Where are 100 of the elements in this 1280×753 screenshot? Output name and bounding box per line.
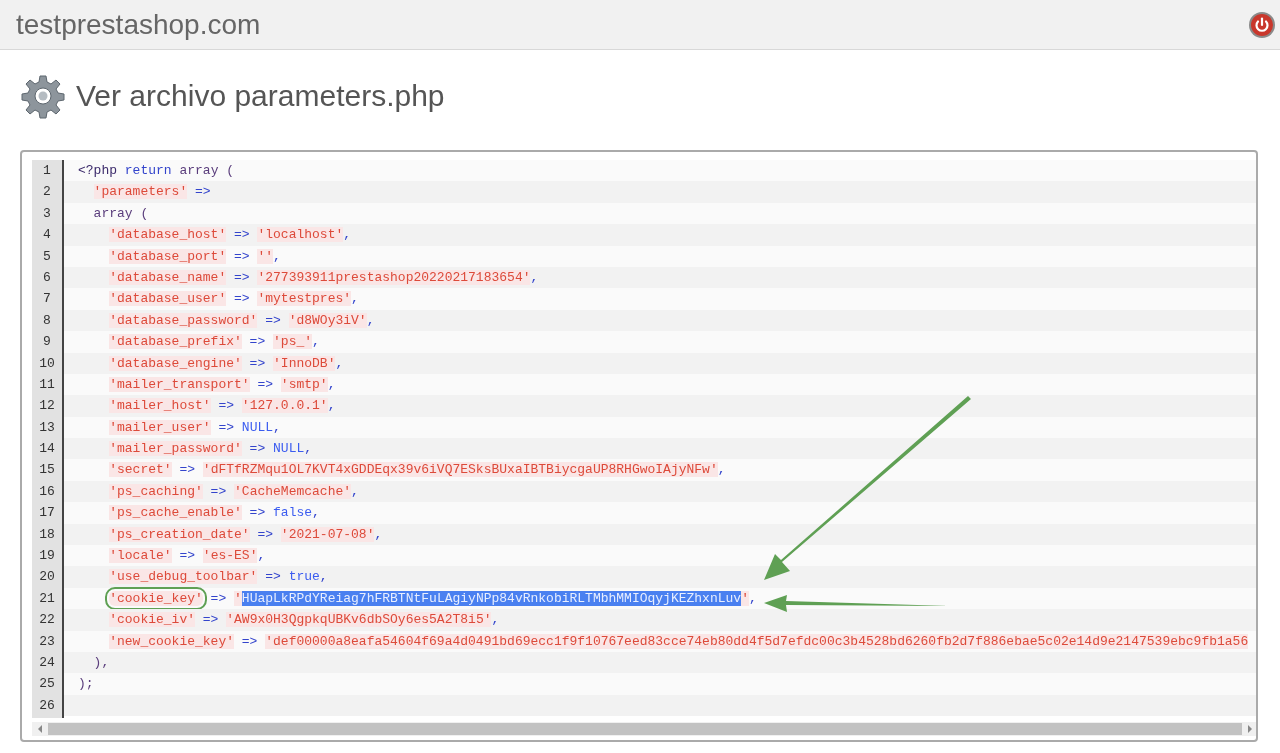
line-number: 18	[32, 523, 64, 546]
page-title: Ver archivo parameters.php	[76, 79, 445, 113]
arrow-operator: =>	[256, 526, 275, 542]
line-number: 1	[32, 160, 64, 182]
string-literal: 'mailer_user'	[109, 419, 211, 435]
line-number: 24	[32, 652, 64, 674]
arrow-operator: =>	[233, 269, 251, 285]
string-literal: '	[741, 590, 749, 606]
arrow-operator: =>	[264, 569, 282, 585]
php-tag: <?php	[78, 163, 125, 178]
horizontal-scrollbar[interactable]	[32, 722, 1256, 736]
comma: ,	[257, 548, 266, 564]
site-name: testprestashop.com	[16, 8, 261, 41]
string-literal: 'database_prefix'	[109, 334, 242, 350]
string-literal: '277393911prestashop20220217183654'	[257, 269, 531, 285]
string-literal: 'ps_cache_enable'	[109, 505, 242, 521]
arrow-operator: =>	[264, 312, 282, 328]
selected-text: HUapLkRPdYReiag7hFRBTNtFuLAgiyNPp84vRnkobiRLTMbhMMIOqyjKEZhxnLuv	[241, 590, 742, 606]
string-literal: 'def00000a8eafa54604f69a4d0491bd69ecc1f9f10767eed83cce74eb80dd4f5d7efdc00c3b4528bd6260fb2d7f886ebae5c02e14d9e2147539ebc9fb1a56	[265, 633, 1249, 649]
line-number: 8	[32, 309, 64, 332]
power-icon	[1248, 10, 1276, 39]
arrow-operator: =>	[248, 505, 267, 521]
string-literal: 'locale'	[109, 548, 172, 564]
arrow-operator: =>	[209, 483, 228, 499]
code-text: array (	[93, 205, 149, 221]
string-literal: 'mailer_host'	[109, 398, 211, 414]
arrow-operator: =>	[209, 590, 228, 606]
scroll-right-icon[interactable]	[1246, 724, 1254, 734]
comma: ,	[374, 526, 383, 542]
constant-value: false	[273, 505, 313, 521]
string-literal: 'CacheMemcache'	[234, 483, 352, 499]
comma: ,	[273, 248, 281, 264]
comma: ,	[366, 312, 375, 328]
arrow-operator: =>	[178, 548, 196, 564]
string-literal: 'parameters'	[93, 184, 188, 200]
comma: ,	[748, 590, 757, 606]
code-text: );	[78, 676, 94, 692]
constant-value: NULL	[273, 441, 305, 457]
comma: ,	[717, 462, 726, 478]
line-number: 22	[32, 609, 64, 631]
line-number: 19	[32, 545, 64, 567]
arrow-operator: =>	[217, 398, 235, 414]
string-literal: 'database_host'	[109, 227, 227, 243]
line-number: 14	[32, 438, 64, 460]
string-literal: 'use_debug_toolbar'	[109, 569, 258, 585]
scroll-left-icon[interactable]	[36, 724, 44, 734]
comma: ,	[335, 355, 344, 371]
line-number: 5	[32, 245, 64, 267]
arrow-operator: =>	[248, 334, 267, 350]
logout-button[interactable]	[1248, 10, 1276, 39]
gear-icon	[20, 73, 66, 119]
string-literal: 'mytestpres'	[257, 291, 352, 307]
line-number: 9	[32, 331, 64, 353]
arrow-operator: =>	[248, 355, 267, 371]
line-number: 11	[32, 373, 64, 396]
comma: ,	[351, 291, 359, 307]
string-literal: 'database_password'	[109, 312, 258, 328]
comma: ,	[530, 269, 539, 285]
arrow-operator: =>	[233, 291, 251, 307]
comma: ,	[351, 483, 359, 499]
string-literal: 'd8WOy3iV'	[288, 312, 367, 328]
line-number: 25	[32, 673, 64, 695]
arrow-operator: =>	[217, 419, 235, 435]
arrow-operator: =>	[248, 441, 267, 457]
string-literal: 'database_port'	[109, 248, 227, 264]
arrow-operator: =>	[178, 462, 196, 478]
line-number: 2	[32, 181, 64, 203]
string-literal: 'ps_creation_date'	[109, 526, 250, 542]
comma: ,	[319, 569, 328, 585]
arrow-operator: =>	[240, 633, 259, 649]
line-number: 16	[32, 480, 64, 503]
arrow-operator: =>	[194, 184, 211, 200]
string-literal: 'database_engine'	[109, 355, 242, 371]
string-literal: ''	[257, 248, 274, 264]
string-literal: 'mailer_transport'	[109, 376, 250, 392]
string-literal: 'new_cookie_key'	[109, 633, 234, 649]
line-number: 23	[32, 630, 64, 652]
line-number: 21	[32, 587, 64, 610]
string-literal: 'database_name'	[109, 269, 227, 285]
comma: ,	[312, 505, 320, 521]
line-number: 26	[32, 694, 64, 717]
string-literal: 'smtp'	[280, 376, 328, 392]
arrow-operator: =>	[256, 376, 275, 392]
string-literal: 'mailer_password'	[109, 441, 242, 457]
arrow-operator: =>	[233, 248, 251, 264]
arrow-operator: =>	[201, 612, 220, 628]
constant-value: true	[288, 569, 320, 585]
string-literal: 'InnoDB'	[273, 355, 336, 371]
line-number: 17	[32, 502, 64, 524]
string-literal: 'AW9x0H3QgpkqUBKv6dbSOy6es5A2T8i5'	[226, 612, 492, 628]
line-number: 20	[32, 566, 64, 588]
comma: ,	[273, 419, 281, 435]
comma: ,	[327, 376, 336, 392]
string-literal: '	[234, 590, 242, 606]
string-literal: 'cookie_iv'	[109, 612, 195, 628]
line-number: 3	[32, 202, 64, 225]
line-number: 15	[32, 459, 64, 481]
line-number: 6	[32, 266, 64, 289]
string-literal: '127.0.0.1'	[241, 398, 328, 414]
comma: ,	[343, 227, 352, 243]
